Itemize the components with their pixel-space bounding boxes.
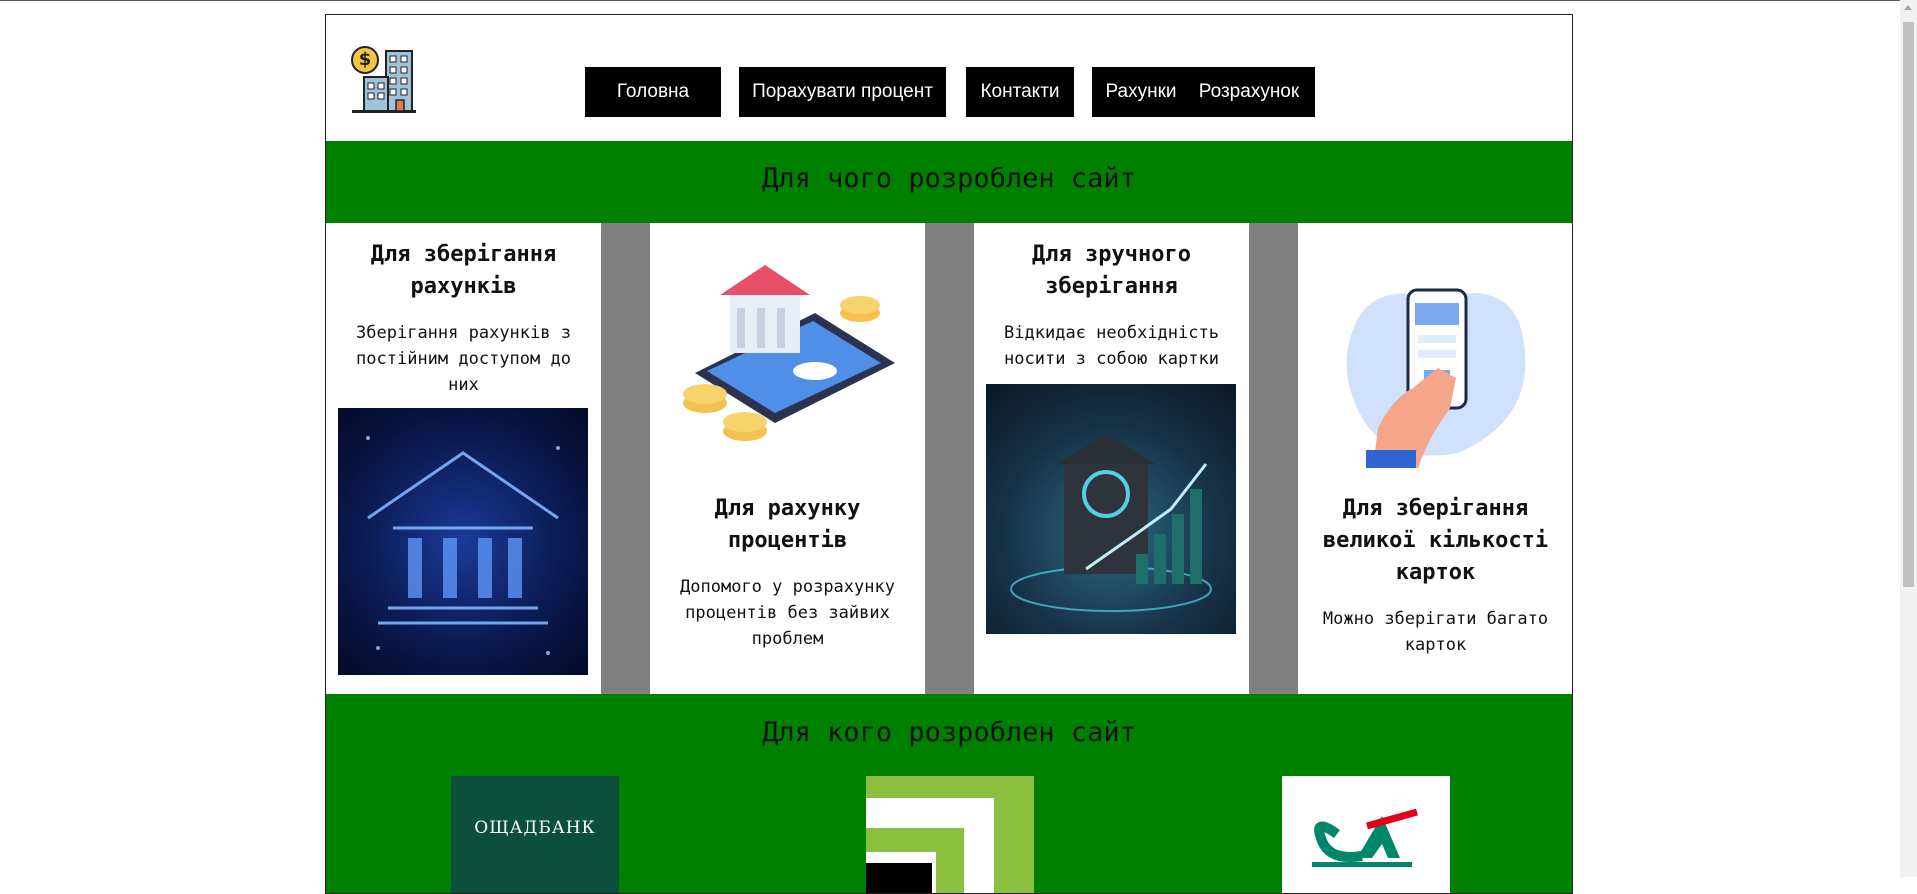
scrollbar-thumb[interactable] xyxy=(1903,22,1914,587)
card-title: Для зберігання великої кількості карток xyxy=(1322,496,1549,585)
feature-card: Для рахунку процентів Допомого у розраху… xyxy=(650,223,925,694)
card-text: Допомого у розрахунку процентів без зайв… xyxy=(680,577,895,649)
phone-bank-image xyxy=(675,253,900,453)
site-header: $ Головна Порахувати процент Контакти Ра… xyxy=(326,15,1572,141)
nav-calc-percent[interactable]: Порахувати процент xyxy=(739,67,946,117)
window-top-border xyxy=(0,0,1917,1)
vertical-scrollbar[interactable] xyxy=(1900,0,1917,877)
mobile-payment-image xyxy=(1338,278,1538,468)
card-title: Для зручного зберігання xyxy=(1032,242,1191,299)
scroll-up-arrow-icon[interactable] xyxy=(1904,5,1912,10)
card-separator xyxy=(1249,223,1298,694)
card-separator xyxy=(601,223,650,694)
finance-growth-image xyxy=(986,384,1236,634)
card-text: Зберігання рахунків з постійним доступом… xyxy=(356,323,571,395)
bank-building-logo-icon[interactable]: $ xyxy=(350,45,418,115)
privatbank-logo[interactable] xyxy=(866,776,1034,893)
card-separator xyxy=(925,223,974,694)
feature-card: Для зберігання рахунків Зберігання рахун… xyxy=(326,223,601,694)
section-who-title: Для кого розроблен сайт xyxy=(762,717,1136,748)
credit-agricole-logo[interactable] xyxy=(1282,776,1450,893)
card-text: Відкидає необхідність носити з собою кар… xyxy=(1004,323,1219,369)
feature-card: Для зручного зберігання Відкидає необхід… xyxy=(974,223,1249,694)
nav-accounts[interactable]: Рахунки xyxy=(1092,67,1190,117)
dollar-coin-icon: $ xyxy=(358,49,372,70)
card-title: Для зберігання рахунків xyxy=(370,242,557,299)
oschadbank-logo-text: ОЩАДБАНК xyxy=(474,818,596,838)
section-why-band: Для чого розроблен сайт xyxy=(326,141,1572,223)
nav-calculation[interactable]: Розрахунок xyxy=(1183,67,1315,117)
card-title: Для рахунку процентів xyxy=(714,496,861,553)
feature-card: Для зберігання великої кількості карток … xyxy=(1298,223,1572,694)
card-text: Можно зберігати багато карток xyxy=(1322,609,1549,655)
oschadbank-logo[interactable]: ОЩАДБАНК xyxy=(451,776,619,893)
nav-contacts[interactable]: Контакти xyxy=(966,67,1074,117)
section-why-title: Для чого розроблен сайт xyxy=(762,163,1136,194)
page-container: $ Головна Порахувати процент Контакти Ра… xyxy=(325,14,1573,894)
nav-home[interactable]: Головна xyxy=(585,67,721,117)
digital-bank-image xyxy=(338,408,588,675)
